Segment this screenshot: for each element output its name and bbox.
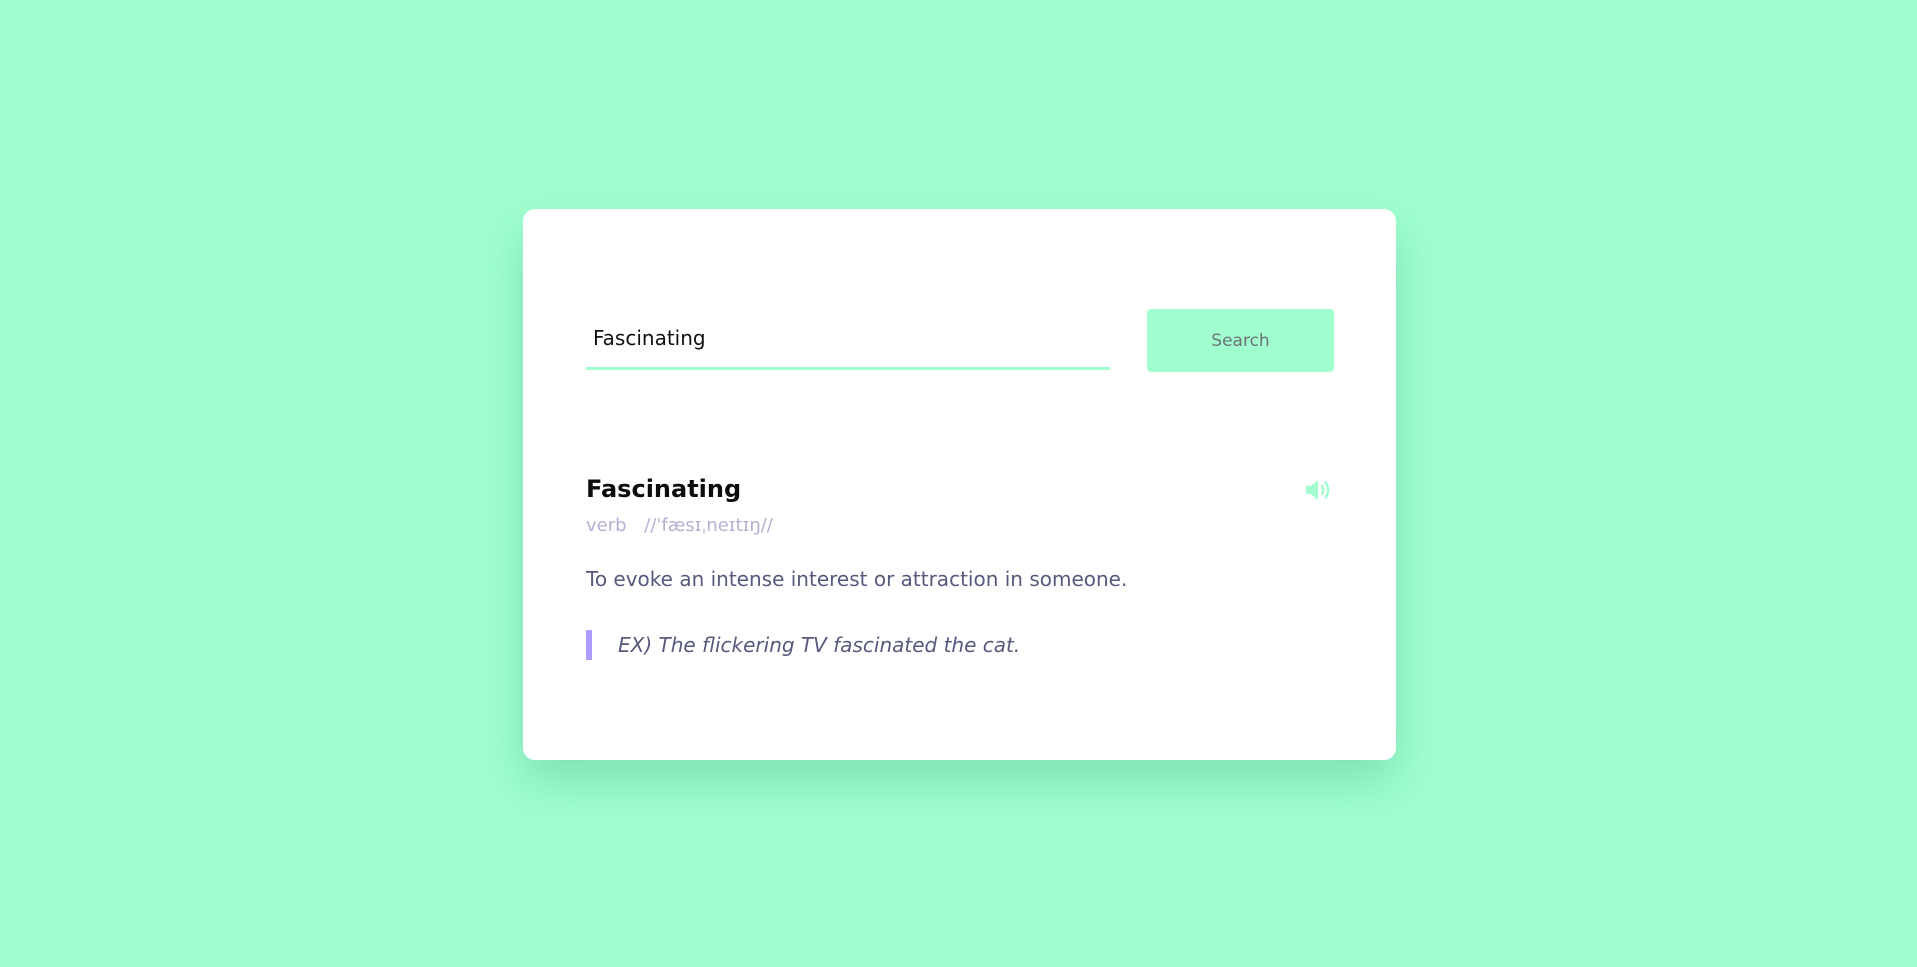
part-of-speech: verb [586, 515, 627, 536]
word-example: EX) The flickering TV fascinated the cat… [586, 630, 1334, 660]
search-row: Search [586, 309, 1334, 372]
phonetic: //ˈfæsɪˌneɪtɪŋ// [644, 515, 773, 536]
search-button[interactable]: Search [1147, 309, 1334, 372]
word-row: Fascinating [586, 469, 1334, 509]
word-details: verb //ˈfæsɪˌneɪtɪŋ// [586, 513, 1334, 539]
dictionary-card: Search Fascinating verb //ˈfæsɪˌneɪtɪŋ//… [523, 209, 1396, 760]
word-title: Fascinating [586, 475, 742, 503]
word-meaning: To evoke an intense interest or attracti… [586, 567, 1128, 591]
volume-up-icon[interactable] [1304, 478, 1334, 502]
result-section: Fascinating verb //ˈfæsɪˌneɪtɪŋ// To evo… [586, 469, 1334, 680]
search-input[interactable] [586, 309, 1110, 370]
